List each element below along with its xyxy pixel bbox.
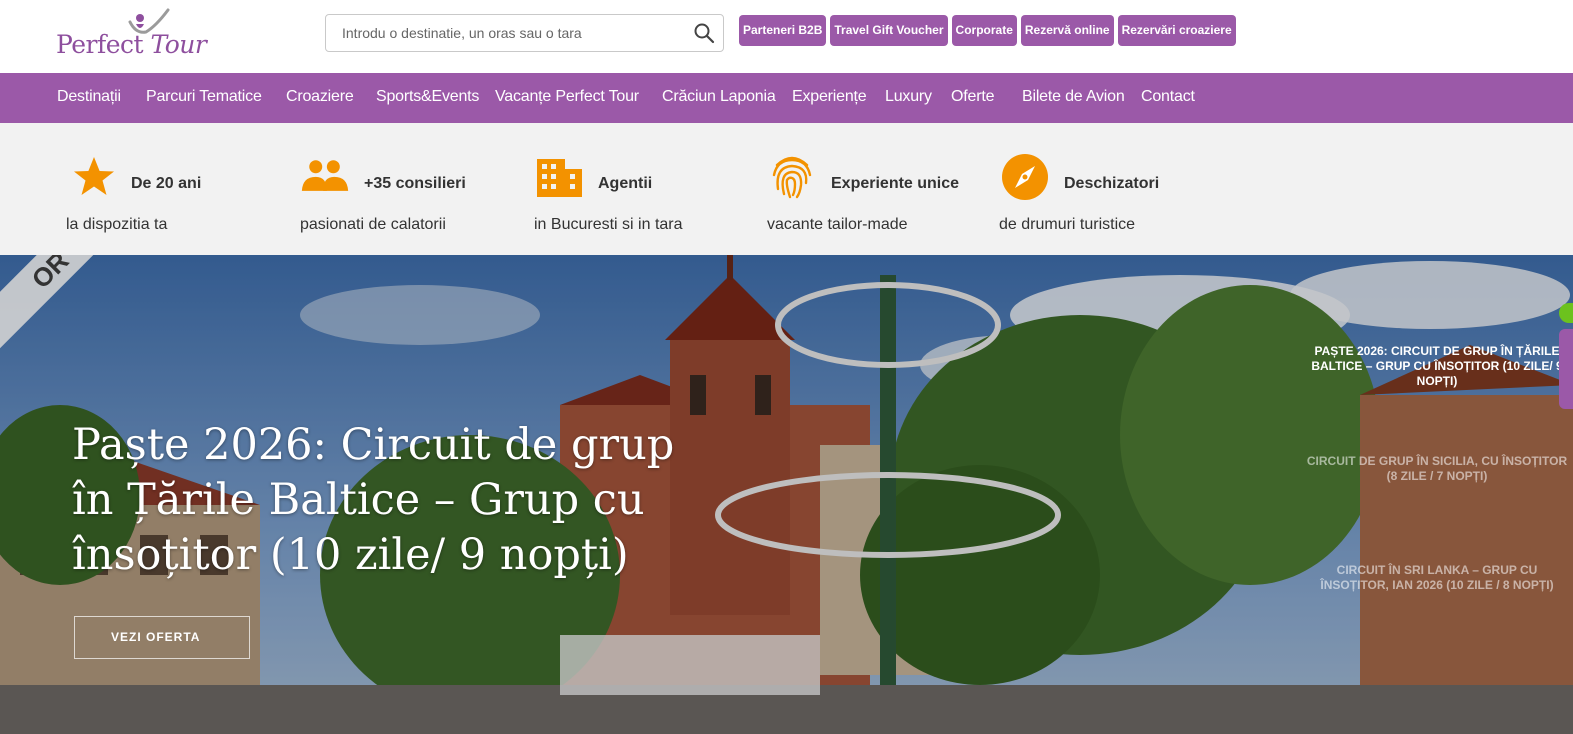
slide-item-sicilia[interactable]: Circuit de grup în Sicilia, cu însoțitor… — [1306, 454, 1568, 484]
nav-parcuri-tematice[interactable]: Parcuri Tematice — [146, 88, 262, 106]
features-bar: De 20 ani la dispozitia ta +35 consilier… — [0, 123, 1573, 255]
feature-subtitle: de drumuri turistice — [999, 216, 1136, 233]
nav-destinatii[interactable]: Destinații — [57, 88, 121, 106]
top-link-rezervari-croaziere[interactable]: Rezervări croaziere — [1117, 15, 1236, 46]
top-link-gift-voucher[interactable]: Travel Gift Voucher — [830, 15, 948, 46]
nav-oferte[interactable]: Oferte — [951, 88, 994, 106]
header: Perfect Tour Parteneri B2B Travel Gift V… — [0, 0, 1573, 73]
building-icon — [537, 159, 582, 197]
nav-vacante-perfect-tour[interactable]: Vacanțe Perfect Tour — [495, 88, 639, 106]
compass-icon — [1002, 154, 1048, 200]
feature-subtitle: in Bucuresti si in tara — [534, 216, 683, 233]
nav-contact[interactable]: Contact — [1141, 88, 1195, 106]
hero-slider: OR Paște 2026: Circuit de grup în Țările… — [0, 255, 1573, 734]
feature-title: Deschizatori — [1064, 175, 1160, 192]
feature-title: Experiente unice — [831, 175, 960, 192]
feature-agencies: Agentii in Bucuresti si in tara — [534, 123, 754, 255]
feature-title: Agentii — [598, 175, 653, 192]
top-links: Parteneri B2B Travel Gift Voucher Corpor… — [739, 15, 1236, 46]
fingerprint-icon — [772, 156, 812, 199]
nav-sports-events[interactable]: Sports&Events — [376, 88, 479, 106]
search-icon[interactable] — [693, 22, 715, 44]
top-link-corporate[interactable]: Corporate — [951, 15, 1017, 46]
search-box — [325, 14, 724, 52]
hero-offer-button[interactable]: VEZI OFERTA — [74, 616, 250, 659]
feature-subtitle: pasionati de calatorii — [300, 216, 446, 233]
nav-experiente[interactable]: Experiențe — [792, 88, 867, 106]
nav-luxury[interactable]: Luxury — [885, 88, 932, 106]
top-link-rezerva-online[interactable]: Rezervă online — [1020, 15, 1114, 46]
star-icon — [74, 157, 114, 195]
nav-bilete-avion[interactable]: Bilete de Avion — [1022, 88, 1125, 106]
feature-subtitle: la dispozitia ta — [66, 216, 168, 233]
logo-text: Perfect Tour — [56, 30, 207, 59]
feature-consultants: +35 consilieri pasionati de calatorii — [300, 123, 520, 255]
feature-subtitle: vacante tailor-made — [767, 216, 908, 233]
search-input[interactable] — [326, 15, 681, 51]
slide-item-sri-lanka[interactable]: Circuit în Sri Lanka – grup cu însoțitor… — [1306, 563, 1568, 593]
nav-croaziere[interactable]: Croaziere — [286, 88, 354, 106]
feature-pioneers: Deschizatori de drumuri turistice — [999, 123, 1219, 255]
feature-years: De 20 ani la dispozitia ta — [66, 123, 286, 255]
hero-title: Paște 2026: Circuit de grup în Țările Ba… — [72, 420, 675, 580]
side-tab[interactable] — [1559, 329, 1573, 409]
feature-title: +35 consilieri — [364, 175, 466, 192]
logo[interactable]: Perfect Tour — [56, 8, 207, 64]
feature-experiences: Experiente unice vacante tailor-made — [767, 123, 987, 255]
people-icon — [301, 160, 349, 191]
main-nav: Destinații Parcuri Tematice Croaziere Sp… — [0, 73, 1573, 123]
nav-craciun-laponia[interactable]: Crăciun Laponia — [662, 88, 776, 106]
feature-title: De 20 ani — [131, 175, 202, 192]
status-dot-icon — [1559, 303, 1573, 323]
slide-item-baltice[interactable]: Paște 2026: Circuit de grup în Țările Ba… — [1306, 344, 1568, 389]
top-link-b2b[interactable]: Parteneri B2B — [739, 15, 827, 46]
